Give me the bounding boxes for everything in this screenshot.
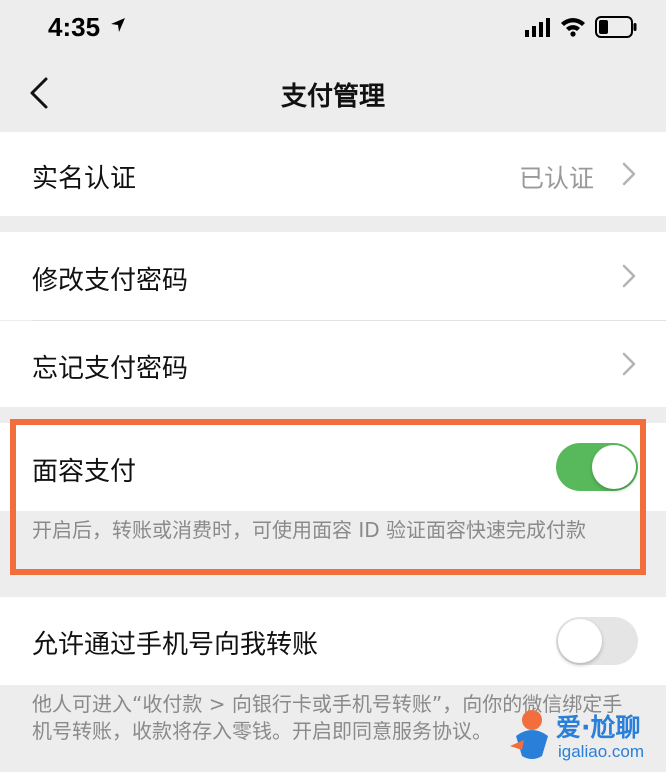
row-face-pay-label: 面容支付 <box>32 457 137 487</box>
row-change-password[interactable]: 修改支付密码 <box>0 232 666 320</box>
phone-transfer-toggle[interactable] <box>556 617 638 665</box>
chevron-right-icon <box>622 264 636 288</box>
row-phone-transfer-label: 允许通过手机号向我转账 <box>32 630 319 660</box>
mascot-icon <box>510 710 548 759</box>
face-pay-toggle[interactable] <box>556 443 638 491</box>
row-forgot-password[interactable]: 忘记支付密码 <box>0 321 666 407</box>
location-arrow-icon <box>111 18 125 32</box>
toggle-knob <box>558 619 602 663</box>
row-phone-transfer: 允许通过手机号向我转账 <box>0 597 666 685</box>
status-bar: 4:35 <box>0 0 666 56</box>
row-real-name-value: 已认证 <box>518 164 594 193</box>
chevron-right-icon <box>622 352 636 376</box>
row-real-name[interactable]: 实名认证 已认证 <box>0 132 666 216</box>
page-title: 支付管理 <box>280 82 385 112</box>
row-face-pay: 面容支付 <box>0 423 666 511</box>
signal-icon <box>525 18 550 37</box>
watermark-url: igaliao.com <box>558 742 644 761</box>
toggle-knob <box>592 445 636 489</box>
row-forgot-password-label: 忘记支付密码 <box>32 354 189 384</box>
face-pay-note: 开启后，转账或消费时，可使用面容 ID 验证面容快速完成付款 <box>0 511 666 575</box>
row-real-name-label: 实名认证 <box>32 164 137 194</box>
watermark-title: 爱·尬聊 <box>556 713 641 742</box>
face-pay-note-text: 开启后，转账或消费时，可使用面容 ID 验证面容快速完成付款 <box>32 518 587 542</box>
row-change-password-label: 修改支付密码 <box>32 266 189 296</box>
status-time: 4:35 <box>48 12 101 42</box>
chevron-right-icon <box>622 162 636 186</box>
nav-bar: 支付管理 <box>0 56 666 132</box>
battery-icon <box>595 16 637 38</box>
wifi-icon <box>561 18 585 37</box>
